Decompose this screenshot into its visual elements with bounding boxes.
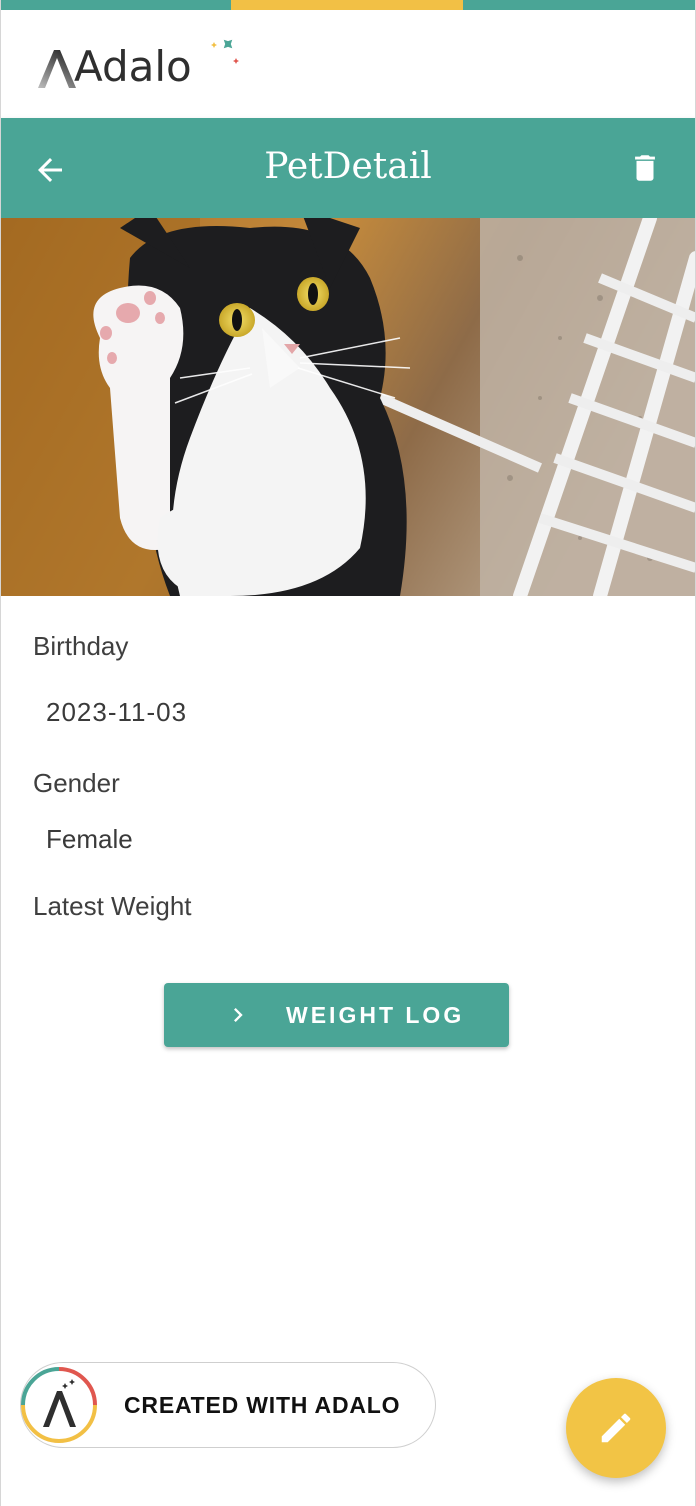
app-bar: PetDetail [0, 118, 696, 218]
brand-name: Adalo [74, 41, 192, 91]
gender-label: Gender [33, 768, 120, 798]
top-progress-strip [0, 0, 696, 10]
page-title: PetDetail [264, 146, 432, 187]
created-with-adalo-badge[interactable]: CREATED WITH ADALO [20, 1362, 436, 1448]
progress-segment [231, 0, 463, 10]
sparkle-icon [211, 39, 239, 64]
gender-value: Female [46, 824, 133, 854]
edit-fab-button[interactable] [566, 1378, 666, 1478]
weight-log-button[interactable]: WEIGHT LOG [164, 983, 509, 1047]
pencil-icon [601, 1413, 631, 1443]
cat-image [0, 218, 696, 596]
latest-weight-label: Latest Weight [33, 891, 192, 921]
chevron-right-icon [234, 1008, 243, 1022]
badge-label: CREATED WITH ADALO [124, 1392, 401, 1418]
adalo-a-mark-icon [38, 50, 76, 88]
brand-header: Adalo [0, 10, 696, 118]
adalo-logo: Adalo [36, 38, 239, 98]
birthday-value: 2023-11-03 [46, 697, 188, 727]
birthday-label: Birthday [33, 631, 129, 661]
trash-icon[interactable] [628, 150, 662, 186]
weight-log-label: WEIGHT LOG [286, 1002, 465, 1028]
pet-photo [0, 218, 696, 596]
adalo-badge-logo-icon [21, 1367, 97, 1443]
